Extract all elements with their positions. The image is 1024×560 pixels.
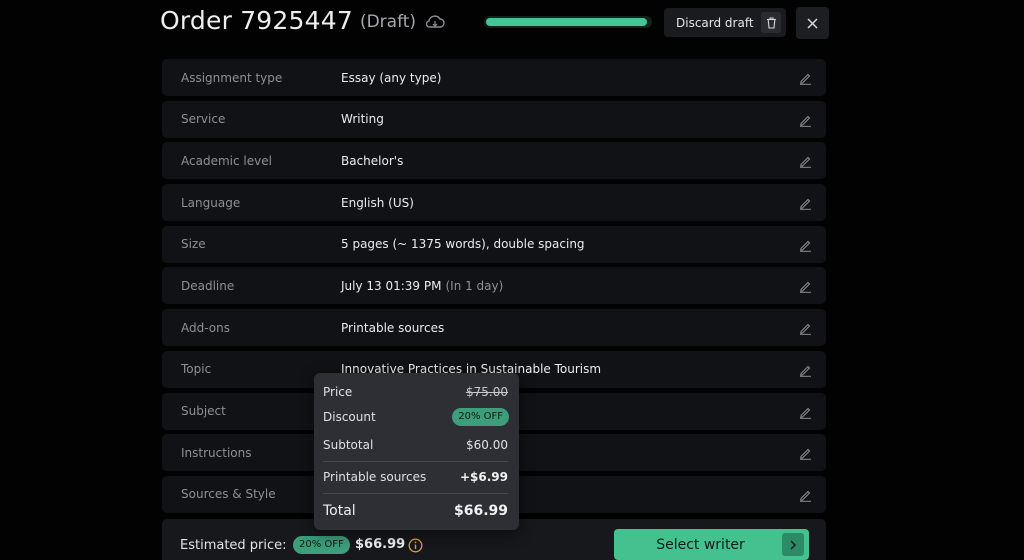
detail-label: Academic level <box>181 153 272 168</box>
discount-label: Discount <box>323 410 376 424</box>
order-progress-bar <box>484 16 652 28</box>
detail-label: Size <box>181 237 206 252</box>
close-icon <box>807 17 818 29</box>
detail-value-text: 5 pages (~ 1375 words), double spacing <box>341 237 585 252</box>
detail-value-note: (In 1 day) <box>445 278 504 293</box>
total-value: $66.99 <box>453 503 508 519</box>
edit-icon[interactable] <box>799 405 812 419</box>
detail-value: Essay (any type) <box>341 71 445 85</box>
price-breakdown-popover: Price $75.00 Discount 20% OFF Subtotal $… <box>314 373 519 530</box>
order-progress-fill <box>486 18 647 26</box>
detail-row: Service Writing <box>162 100 826 138</box>
detail-value: 5 pages (~ 1375 words), double spacing <box>341 237 589 251</box>
detail-row: Academic level Bachelor's <box>162 142 826 180</box>
popover-divider <box>323 493 508 494</box>
detail-value: July 13 01:39 PM (In 1 day) <box>341 279 503 293</box>
detail-value: English (US) <box>341 196 418 210</box>
detail-value-text: Printable sources <box>341 320 445 335</box>
detail-row: Add-ons Printable sources <box>162 309 826 347</box>
detail-value-text: Essay (any type) <box>341 70 442 85</box>
detail-label: Instructions <box>181 445 252 460</box>
edit-icon[interactable] <box>799 71 812 85</box>
detail-label: Subject <box>181 404 226 418</box>
edit-icon[interactable] <box>799 154 812 169</box>
detail-value: Printable sources <box>341 321 448 335</box>
detail-label: Sources & Style <box>181 487 276 502</box>
addon-value: +$6.99 <box>459 470 508 484</box>
order-header: Order 7925447 (Draft) <box>160 6 446 35</box>
detail-value: Bachelor's <box>341 154 407 168</box>
cloud-sync-icon <box>425 15 445 28</box>
detail-row: Assignment type Essay (any type) <box>162 59 826 96</box>
trash-icon <box>761 12 781 33</box>
price-value: $75.00 <box>466 385 508 399</box>
detail-row: Deadline July 13 01:39 PM (In 1 day) <box>162 267 826 305</box>
edit-icon[interactable] <box>799 113 812 127</box>
edit-icon[interactable] <box>799 363 812 377</box>
detail-row: Size 5 pages (~ 1375 words), double spaci… <box>162 225 826 263</box>
estimated-price-amount: $66.99 <box>355 537 406 552</box>
edit-icon[interactable] <box>799 488 812 502</box>
edit-icon[interactable] <box>799 196 812 210</box>
edit-icon[interactable] <box>799 446 812 460</box>
close-button[interactable] <box>796 7 829 39</box>
order-title: Order 7925447 <box>160 6 353 35</box>
detail-value-text: English (US) <box>341 195 414 210</box>
detail-label: Language <box>181 195 241 210</box>
select-writer-label: Select writer <box>656 536 745 553</box>
detail-label: Assignment type <box>181 70 283 85</box>
detail-label: Topic <box>181 362 212 377</box>
subtotal-label: Subtotal <box>323 438 374 452</box>
draft-status: (Draft) <box>359 12 417 32</box>
discard-draft-label: Discard draft <box>676 15 754 30</box>
select-writer-button[interactable]: Select writer <box>614 529 809 560</box>
detail-value: Writing <box>341 112 388 126</box>
edit-icon[interactable] <box>799 321 812 335</box>
addon-label: Printable sources <box>323 470 427 484</box>
info-icon[interactable] <box>408 538 423 553</box>
discard-draft-button[interactable]: Discard draft <box>664 8 786 37</box>
popover-divider <box>323 461 508 462</box>
discount-badge: 20% OFF <box>293 536 350 554</box>
edit-icon[interactable] <box>799 279 812 294</box>
order-page: Order 7925447 (Draft) Discard draft Assi… <box>0 0 1024 560</box>
price-label: Price <box>323 385 353 399</box>
subtotal-value: $60.00 <box>466 438 508 452</box>
edit-icon[interactable] <box>799 238 812 252</box>
detail-value-text: July 13 01:39 PM <box>341 278 442 293</box>
estimated-price-label: Estimated price: <box>180 538 287 553</box>
detail-label: Add-ons <box>181 320 230 335</box>
detail-value-text: Writing <box>341 112 384 127</box>
chevron-right-icon <box>782 533 804 556</box>
detail-label: Deadline <box>181 278 235 293</box>
detail-row: Language English (US) <box>162 184 826 222</box>
total-label: Total <box>323 503 356 519</box>
detail-label: Service <box>181 112 226 127</box>
detail-value-text: Bachelor's <box>341 153 404 168</box>
popover-discount-badge: 20% OFF <box>452 408 509 426</box>
